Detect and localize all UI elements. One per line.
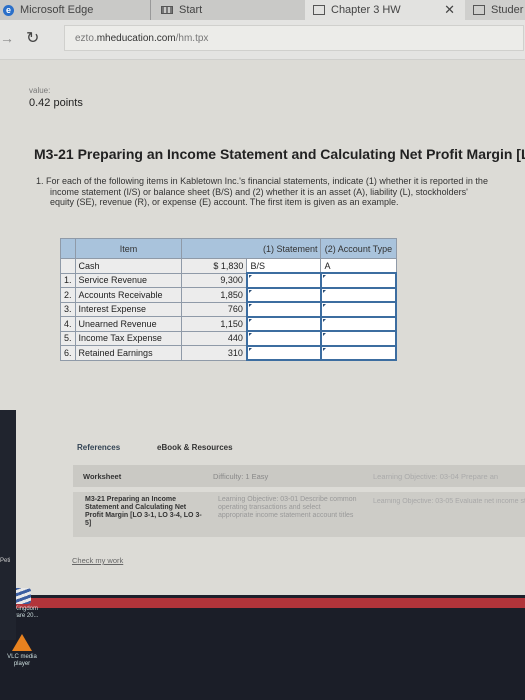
account-type-dropdown[interactable] [319,315,398,332]
page-footer-bar [16,598,525,608]
header-num [60,238,76,259]
tab-chapter-3-hw[interactable]: Chapter 3 HW ✕ [305,0,465,20]
tab-label: Start [179,4,203,16]
statement-dropdown[interactable] [245,272,322,289]
row-num: 4. [60,316,76,332]
statement-dropdown[interactable] [245,344,322,361]
points-value: 0.42 points [29,97,83,109]
account-type-dropdown[interactable] [319,330,398,347]
row-amount: $ 1,830 [181,258,248,274]
statement-dropdown[interactable] [245,330,322,347]
value-label: value: [29,86,51,95]
accounts-table: Item (1) Statement (2) Account Type Cash… [60,238,398,361]
table-row: 4. Unearned Revenue 1,150 [60,315,398,332]
tab-ebook-resources[interactable]: eBook & Resources [157,443,233,452]
row-item: Accounts Receivable [74,287,183,303]
app-title-label: Microsoft Edge [20,4,94,16]
table-row: 1. Service Revenue 9,300 [60,272,398,289]
url-prefix: ezto. [75,33,97,44]
table-header-row: Item (1) Statement (2) Account Type [60,238,397,259]
browser-tab-bar: e Microsoft Edge Start Chapter 3 HW ✕ St… [0,0,525,20]
learning-objective-2: Learning Objective: 03-05 Evaluate net i… [373,498,525,505]
worksheet-label: Worksheet [83,472,122,481]
worksheet-title: M3-21 Preparing an Income Statement and … [85,496,202,527]
tab-student[interactable]: Studer [465,0,525,20]
desktop-background: he Kingdom oftware 20... VLC media playe… [0,588,525,700]
account-type-dropdown[interactable] [319,344,398,361]
statement-dropdown[interactable] [245,315,322,332]
row-amount: 760 [181,301,248,317]
question-title: M3-21 Preparing an Income Statement and … [34,146,525,162]
table-row: 6. Retained Earnings 310 [60,344,398,361]
row-amount: 440 [181,330,248,346]
tab-label: Studer [491,4,524,16]
row-account-type: A [320,258,397,274]
close-tab-icon[interactable]: ✕ [444,2,455,18]
table-row-example: Cash $ 1,830 B/S A [60,258,397,274]
row-amount: 310 [181,345,248,361]
desktop-icon-label: VLC media player [7,654,37,667]
row-num: 3. [60,301,76,317]
account-type-dropdown[interactable] [319,286,398,303]
url-domain: mheducation.com [96,33,176,44]
table-row: 2. Accounts Receivable 1,850 [60,286,398,303]
refresh-icon[interactable]: ↻ [26,28,39,48]
learning-objective-1: Learning Objective: 03-01 Describe commo… [218,496,357,519]
row-num: 1. [60,272,76,288]
references-tabs: References eBook & Resources [64,435,525,465]
row-item: Service Revenue [74,272,183,288]
row-num: 5. [60,330,76,346]
tab-label: Chapter 3 HW [331,4,401,16]
tab-references[interactable]: References [77,443,120,452]
row-item: Interest Expense [74,301,183,317]
start-page-icon [161,6,173,14]
statement-dropdown[interactable] [245,286,322,303]
desktop-icon-label: Peti [0,558,11,564]
row-statement: B/S [246,258,322,274]
row-item: Retained Earnings [74,345,183,361]
row-amount: 1,150 [181,316,248,332]
row-item: Unearned Revenue [74,316,183,332]
url-path: /hm.tpx [175,33,209,44]
desktop-left-edge [0,410,16,640]
navigation-bar: → ↻ ezto.mheducation.com/hm.tpx [0,20,525,60]
statement-dropdown[interactable] [245,301,322,318]
account-type-dropdown[interactable] [319,272,398,289]
learning-objective-header: Learning Objective: 03-04 Prepare an [373,472,499,481]
forward-arrow-icon[interactable]: → [0,30,14,46]
header-statement: (1) Statement [181,238,322,259]
question-instructions: 1. For each of the following items in Ka… [36,176,488,207]
row-amount: 9,300 [181,272,248,288]
worksheet-header: Worksheet Difficulty: 1 Easy Learning Ob… [73,465,525,487]
tab-start[interactable]: Start [150,0,305,20]
row-num [60,258,76,274]
row-num: 2. [60,287,76,303]
app-title: e Microsoft Edge [0,0,145,20]
row-item: Cash [74,258,183,274]
row-amount: 1,850 [181,287,248,303]
row-num: 6. [60,345,76,361]
row-item: Income Tax Expense [74,330,183,346]
edge-logo-icon: e [3,4,14,16]
account-type-dropdown[interactable] [319,301,398,318]
header-item: Item [74,238,183,259]
header-account-type: (2) Account Type [320,238,397,259]
address-bar[interactable]: ezto.mheducation.com/hm.tpx [64,25,524,51]
tab-page-icon [473,5,485,15]
worksheet-body: M3-21 Preparing an Income Statement and … [73,492,525,537]
page-content: value: 0.42 points M3-21 Preparing an In… [0,60,525,595]
table-row: 5. Income Tax Expense 440 [60,330,398,347]
check-my-work-link[interactable]: Check my work [72,556,123,565]
table-row: 3. Interest Expense 760 [60,301,398,318]
difficulty-label: Difficulty: 1 Easy [213,472,269,481]
tab-page-icon [313,5,325,15]
